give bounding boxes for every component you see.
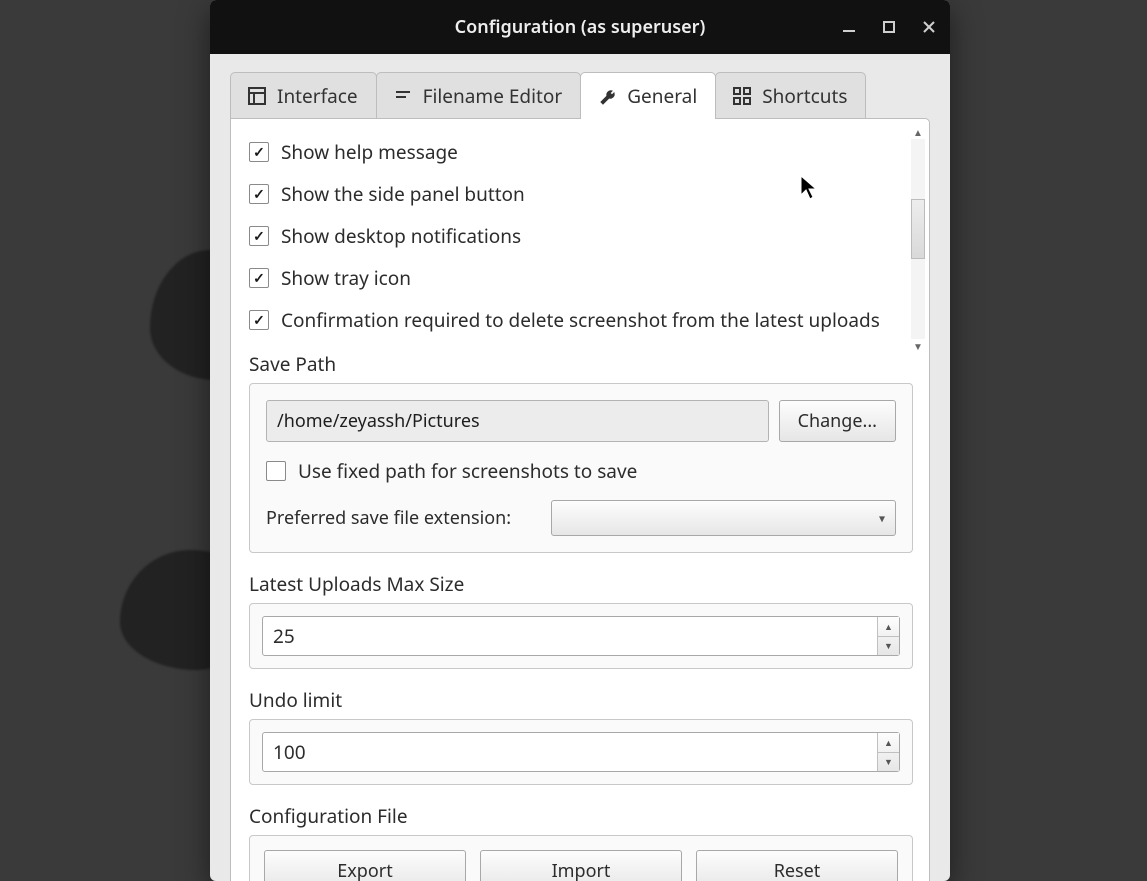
scroll-thumb[interactable] [911,199,925,259]
tab-general[interactable]: General [580,72,716,119]
save-path-row: /home/zeyassh/Pictures Change... [266,400,896,442]
window-body: Interface Filename Editor General Shortc… [210,54,950,881]
grid-icon [732,86,752,106]
tab-shortcuts[interactable]: Shortcuts [715,72,866,119]
extension-label: Preferred save file extension: [266,506,511,530]
scroll-down-icon[interactable]: ▼ [911,339,925,353]
latest-uploads-spinbox[interactable]: 25 ▲ ▼ [262,616,900,656]
config-file-buttons: Export Import Reset [249,835,913,881]
tab-label: Shortcuts [762,83,847,109]
undo-limit-spinbox[interactable]: 100 ▲ ▼ [262,732,900,772]
reset-button[interactable]: Reset [696,850,898,881]
check-help[interactable] [249,142,269,162]
latest-uploads-group: 25 ▲ ▼ [249,603,913,669]
close-button[interactable] [918,16,940,38]
config-window: Configuration (as superuser) Interface [210,0,950,881]
spin-up-icon[interactable]: ▲ [878,733,899,753]
scroll-up-icon[interactable]: ▲ [911,125,925,139]
spin-down-icon[interactable]: ▼ [878,753,899,772]
check-confirm-delete-row: Confirmation required to delete screensh… [249,307,893,333]
wrench-icon [597,86,617,106]
check-sidepanel-row: Show the side panel button [249,181,893,207]
general-checklist: Show help message Show the side panel bu… [249,139,913,333]
tab-interface[interactable]: Interface [230,72,377,119]
undo-limit-label: Undo limit [249,687,913,713]
extension-combo[interactable] [551,500,896,536]
general-pane: ▲ ▼ Show help message Show the side pane… [230,118,930,881]
fixed-path-row: Use fixed path for screenshots to save [266,458,896,484]
spin-arrows: ▲ ▼ [877,733,899,771]
check-help-label: Show help message [281,139,458,165]
spin-up-icon[interactable]: ▲ [878,617,899,637]
tab-label: Interface [277,83,358,109]
check-notifications[interactable] [249,226,269,246]
check-sidepanel-label: Show the side panel button [281,181,525,207]
editor-icon [393,86,413,106]
check-notifications-label: Show desktop notifications [281,223,521,249]
titlebar: Configuration (as superuser) [210,0,950,54]
check-tray-label: Show tray icon [281,265,411,291]
extension-value [552,501,560,525]
undo-limit-group: 100 ▲ ▼ [249,719,913,785]
change-path-button[interactable]: Change... [779,400,896,442]
tab-label: Filename Editor [423,83,563,109]
checklist-scrollbar[interactable]: ▲ ▼ [911,139,925,339]
window-controls [838,0,940,54]
maximize-button[interactable] [878,16,900,38]
undo-limit-value[interactable]: 100 [263,733,877,771]
interface-icon [247,86,267,106]
import-button[interactable]: Import [480,850,682,881]
spin-down-icon[interactable]: ▼ [878,637,899,656]
check-confirm-delete-label: Confirmation required to delete screensh… [281,307,880,333]
fixed-path-label: Use fixed path for screenshots to save [298,458,637,484]
spin-arrows: ▲ ▼ [877,617,899,655]
save-path-group: /home/zeyassh/Pictures Change... Use fix… [249,383,913,553]
check-notifications-row: Show desktop notifications [249,223,893,249]
check-tray[interactable] [249,268,269,288]
window-title: Configuration (as superuser) [455,15,706,39]
extension-row: Preferred save file extension: [266,500,896,536]
tab-label: General [627,83,697,109]
check-confirm-delete[interactable] [249,310,269,330]
config-file-label: Configuration File [249,803,913,829]
check-help-row: Show help message [249,139,893,165]
latest-uploads-label: Latest Uploads Max Size [249,571,913,597]
save-path-label: Save Path [249,351,913,377]
tab-bar: Interface Filename Editor General Shortc… [230,72,930,119]
check-fixed-path[interactable] [266,461,286,481]
check-tray-row: Show tray icon [249,265,893,291]
latest-uploads-value[interactable]: 25 [263,617,877,655]
save-path-input[interactable]: /home/zeyassh/Pictures [266,400,769,442]
tab-filename-editor[interactable]: Filename Editor [376,72,582,119]
minimize-button[interactable] [838,16,860,38]
export-button[interactable]: Export [264,850,466,881]
check-sidepanel[interactable] [249,184,269,204]
